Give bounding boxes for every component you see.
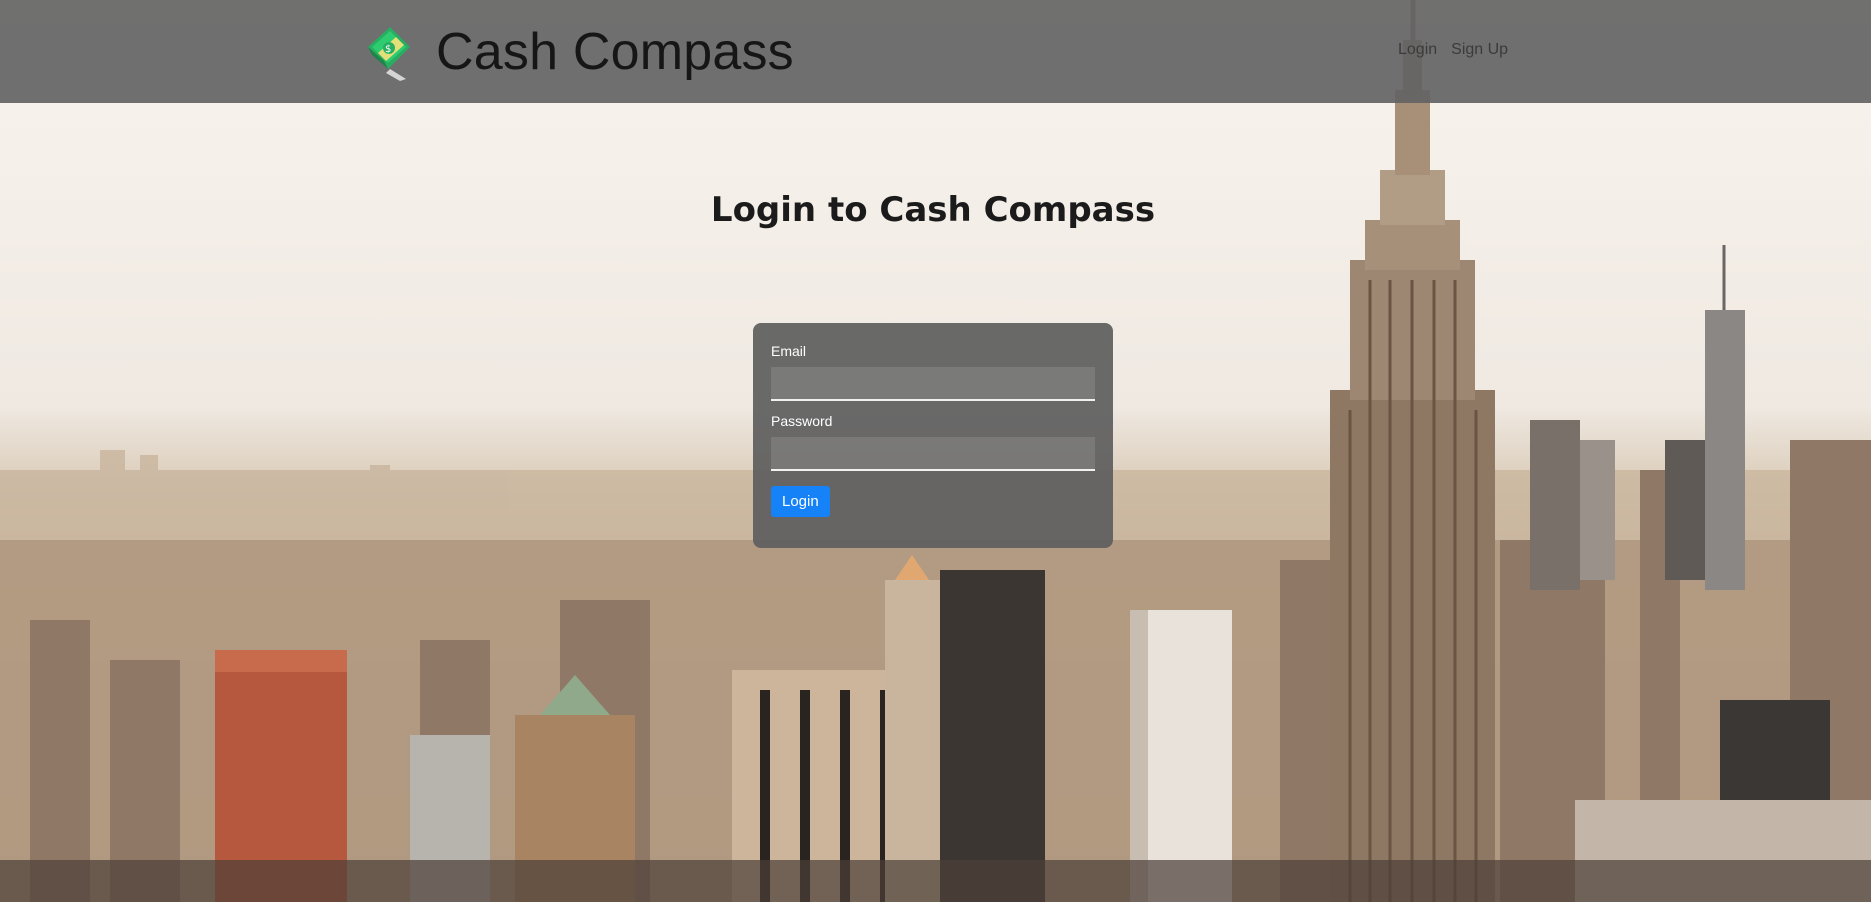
nav-links: Login Sign Up	[1398, 41, 1508, 59]
email-field-group: Email	[771, 343, 1095, 401]
nav-login-link[interactable]: Login	[1398, 41, 1437, 59]
email-label: Email	[771, 343, 807, 359]
svg-text:$: $	[385, 44, 391, 55]
top-navbar: $ Cash Compass Login Sign Up	[0, 0, 1871, 103]
email-field[interactable]	[771, 367, 1095, 401]
login-button[interactable]: Login	[771, 486, 830, 517]
login-form: Email Password Login	[753, 323, 1113, 548]
password-field[interactable]	[771, 437, 1095, 471]
password-label: Password	[771, 413, 833, 429]
brand-home-link[interactable]: $ Cash Compass	[360, 22, 794, 82]
nav-signup-link[interactable]: Sign Up	[1451, 41, 1508, 59]
password-field-group: Password	[771, 413, 1095, 471]
money-bill-icon: $	[368, 27, 410, 81]
page-title: Login to Cash Compass	[710, 190, 1156, 230]
brand-name: Cash Compass	[436, 23, 794, 81]
